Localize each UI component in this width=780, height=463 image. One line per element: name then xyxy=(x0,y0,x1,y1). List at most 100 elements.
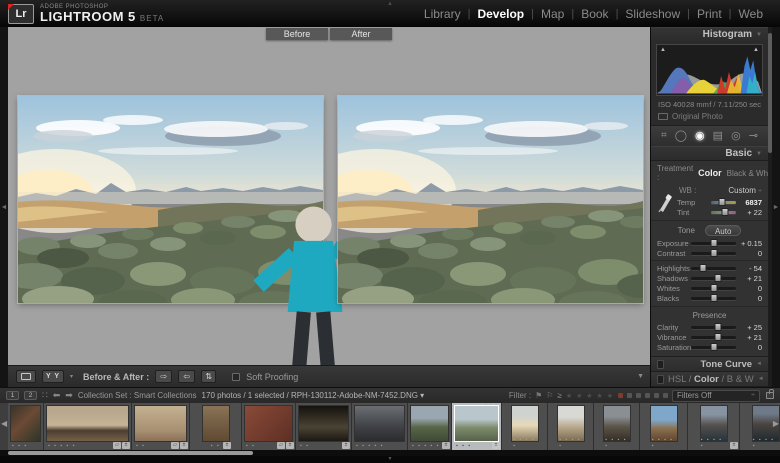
rejected-filter-icon[interactable]: ⚐ xyxy=(546,391,553,400)
source-breadcrumb[interactable]: Collection Set : Smart Collections xyxy=(78,391,197,400)
after-view-tab[interactable]: After xyxy=(330,28,392,40)
module-develop[interactable]: Develop xyxy=(470,7,531,21)
red-eye-tool-icon[interactable]: ◉ xyxy=(695,131,705,142)
tone-auto-button[interactable]: Auto xyxy=(705,225,741,236)
before-photo[interactable] xyxy=(18,96,323,303)
left-panel-expand-icon[interactable]: ◄ xyxy=(1,204,8,211)
top-panel-collapse-arrow[interactable]: ▲ xyxy=(387,1,393,7)
second-window-button[interactable]: 2 xyxy=(24,391,37,400)
highlights-slider[interactable] xyxy=(691,267,736,270)
thumbnail-12[interactable]: ▪ ▪ ▪ ▪ ▪ xyxy=(594,403,640,450)
copy-before-to-after-button[interactable]: ⇨ xyxy=(155,370,172,383)
filter-lock-icon[interactable] xyxy=(766,392,774,399)
thumbnail-7[interactable]: ▪ ▪ ▪ ▪ ▪ xyxy=(352,403,408,450)
go-back-icon[interactable]: ⬅ xyxy=(53,390,61,401)
toolbar-options-icon[interactable]: ▼ xyxy=(637,373,644,380)
swap-before-after-button[interactable]: ⇅ xyxy=(201,370,216,383)
clarity-value: + 25 xyxy=(736,323,762,332)
tone-curve-panel-header[interactable]: Tone Curve ◄ xyxy=(651,356,768,371)
whites-slider[interactable] xyxy=(691,287,736,290)
thumbnail-9-selected[interactable]: ▪ ▪ ▪▪ ▪ ▪± xyxy=(452,403,502,450)
saturation-slider[interactable] xyxy=(691,346,736,349)
thumbnail-13[interactable]: ▪ ▪ ▪ ▪ ▪ xyxy=(640,403,688,450)
go-forward-icon[interactable]: ➡ xyxy=(65,390,73,401)
filmstrip-scroll-right-icon[interactable]: ▶ xyxy=(773,419,779,428)
right-panel-collapsed-strip[interactable]: ► xyxy=(772,27,780,387)
color-label-none[interactable] xyxy=(663,393,668,398)
loupe-view-button[interactable] xyxy=(16,370,36,383)
basic-panel-header[interactable]: Basic ▼ xyxy=(651,146,768,160)
filmstrip-status-bar: 1 2 ∷ ⬅ ➡ Collection Set : Smart Collect… xyxy=(0,387,780,403)
color-label-green[interactable] xyxy=(636,393,641,398)
thumbnail-10[interactable]: ▪ ▪ ▪ ▪ ▪ xyxy=(502,403,548,450)
thumbnail-3[interactable]: ▪ ▪▱± xyxy=(132,403,190,450)
blacks-slider[interactable] xyxy=(691,297,736,300)
grid-view-icon[interactable]: ∷ xyxy=(42,390,48,401)
tint-slider[interactable] xyxy=(711,211,736,214)
adjustment-brush-tool-icon[interactable]: ⊸ xyxy=(749,131,758,142)
copy-after-to-before-button[interactable]: ⇦ xyxy=(178,370,195,383)
histogram-graph[interactable]: ▲ ▲ xyxy=(656,44,763,96)
graduated-filter-tool-icon[interactable]: ▤ xyxy=(713,131,723,142)
basic-collapse-icon[interactable]: ▼ xyxy=(756,151,762,157)
filmstrip-collapse-icon[interactable]: ▼ xyxy=(388,456,393,463)
right-panel-scrollbar[interactable] xyxy=(768,27,772,387)
selection-info[interactable]: 170 photos / 1 selected / RPH-130112-Ado… xyxy=(202,391,425,400)
color-label-red[interactable] xyxy=(618,393,623,398)
thumbnail-4[interactable]: ▪ ▪± xyxy=(190,403,242,450)
thumbnail-14[interactable]: ▪ ▪ ▪ ▪ ▪± xyxy=(688,403,740,450)
shadow-clipping-icon[interactable]: ▲ xyxy=(660,47,666,53)
view-mode-dropdown-icon[interactable]: ▾ xyxy=(70,373,73,380)
main-window-button[interactable]: 1 xyxy=(6,391,19,400)
clarity-slider[interactable] xyxy=(691,326,736,329)
hsl-toggle[interactable] xyxy=(657,375,664,384)
filmstrip-scrollbar[interactable] xyxy=(0,450,780,456)
filmstrip-scrollbar-thumb[interactable] xyxy=(8,451,253,455)
temp-slider[interactable] xyxy=(711,201,736,204)
left-panel-collapsed-strip[interactable]: ◄ xyxy=(0,27,8,387)
vibrance-slider[interactable] xyxy=(691,336,736,339)
filmstrip-scroll-left-icon[interactable]: ◀ xyxy=(1,419,7,428)
flagged-filter-icon[interactable]: ⚑ xyxy=(535,391,542,400)
histogram-collapse-icon[interactable]: ▼ xyxy=(756,32,762,38)
treatment-bw-button[interactable]: Black & White xyxy=(727,169,768,178)
wb-preset-select[interactable]: Custom ÷ xyxy=(728,186,762,195)
crop-badge-icon: ▱ xyxy=(171,442,179,449)
before-after-view-button[interactable]: Y Y xyxy=(42,370,64,383)
module-web[interactable]: Web xyxy=(732,7,770,21)
filters-preset-select[interactable]: Filters Off÷ xyxy=(672,390,760,402)
treatment-color-button[interactable]: Color xyxy=(698,168,722,178)
thumbnail-1[interactable]: ▪ ▪ ▪ xyxy=(8,403,44,450)
contrast-slider[interactable] xyxy=(691,252,736,255)
color-label-yellow[interactable] xyxy=(627,393,632,398)
exposure-slider[interactable] xyxy=(691,242,736,245)
thumbnail-11[interactable]: ▪ ▪ ▪ ▪ ▪ xyxy=(548,403,594,450)
wb-eyedropper-icon[interactable] xyxy=(657,186,673,212)
spot-removal-tool-icon[interactable]: ◯ xyxy=(675,131,687,142)
tone-curve-expand-icon[interactable]: ◄ xyxy=(756,361,762,367)
module-book[interactable]: Book xyxy=(574,7,615,21)
shadows-slider[interactable] xyxy=(691,277,736,280)
hsl-expand-icon[interactable]: ◄ xyxy=(758,376,764,382)
after-photo[interactable] xyxy=(338,96,643,303)
rating-filter-stars[interactable]: ★ ★ ★ ★ ★ xyxy=(566,392,614,400)
thumbnail-6[interactable]: ▪ ▪± xyxy=(296,403,352,450)
color-label-purple[interactable] xyxy=(654,393,659,398)
module-library[interactable]: Library xyxy=(417,7,468,21)
color-label-blue[interactable] xyxy=(645,393,650,398)
thumbnail-2[interactable]: ▪ ▪ ▪ ▪ ▪▱± xyxy=(44,403,132,450)
thumbnail-8[interactable]: ▪ ▪ ▪ ▪ ▪± xyxy=(408,403,452,450)
radial-filter-tool-icon[interactable]: ◎ xyxy=(731,131,741,142)
thumbnail-5[interactable]: ▪ ▪▱± xyxy=(242,403,296,450)
highlight-clipping-icon[interactable]: ▲ xyxy=(753,47,759,53)
hsl-color-bw-panel-header[interactable]: HSL / Color / B & W ◄ xyxy=(651,371,768,386)
before-view-tab[interactable]: Before xyxy=(266,28,328,40)
soft-proofing-checkbox[interactable] xyxy=(232,373,240,381)
module-print[interactable]: Print xyxy=(690,7,729,21)
histogram-panel-header[interactable]: Histogram ▼ xyxy=(651,27,768,41)
crop-overlay-tool-icon[interactable]: ⌗ xyxy=(661,131,667,141)
right-panel-expand-icon[interactable]: ► xyxy=(773,204,780,211)
tone-curve-toggle[interactable] xyxy=(657,360,664,369)
module-map[interactable]: Map xyxy=(534,7,571,21)
module-slideshow[interactable]: Slideshow xyxy=(618,7,687,21)
